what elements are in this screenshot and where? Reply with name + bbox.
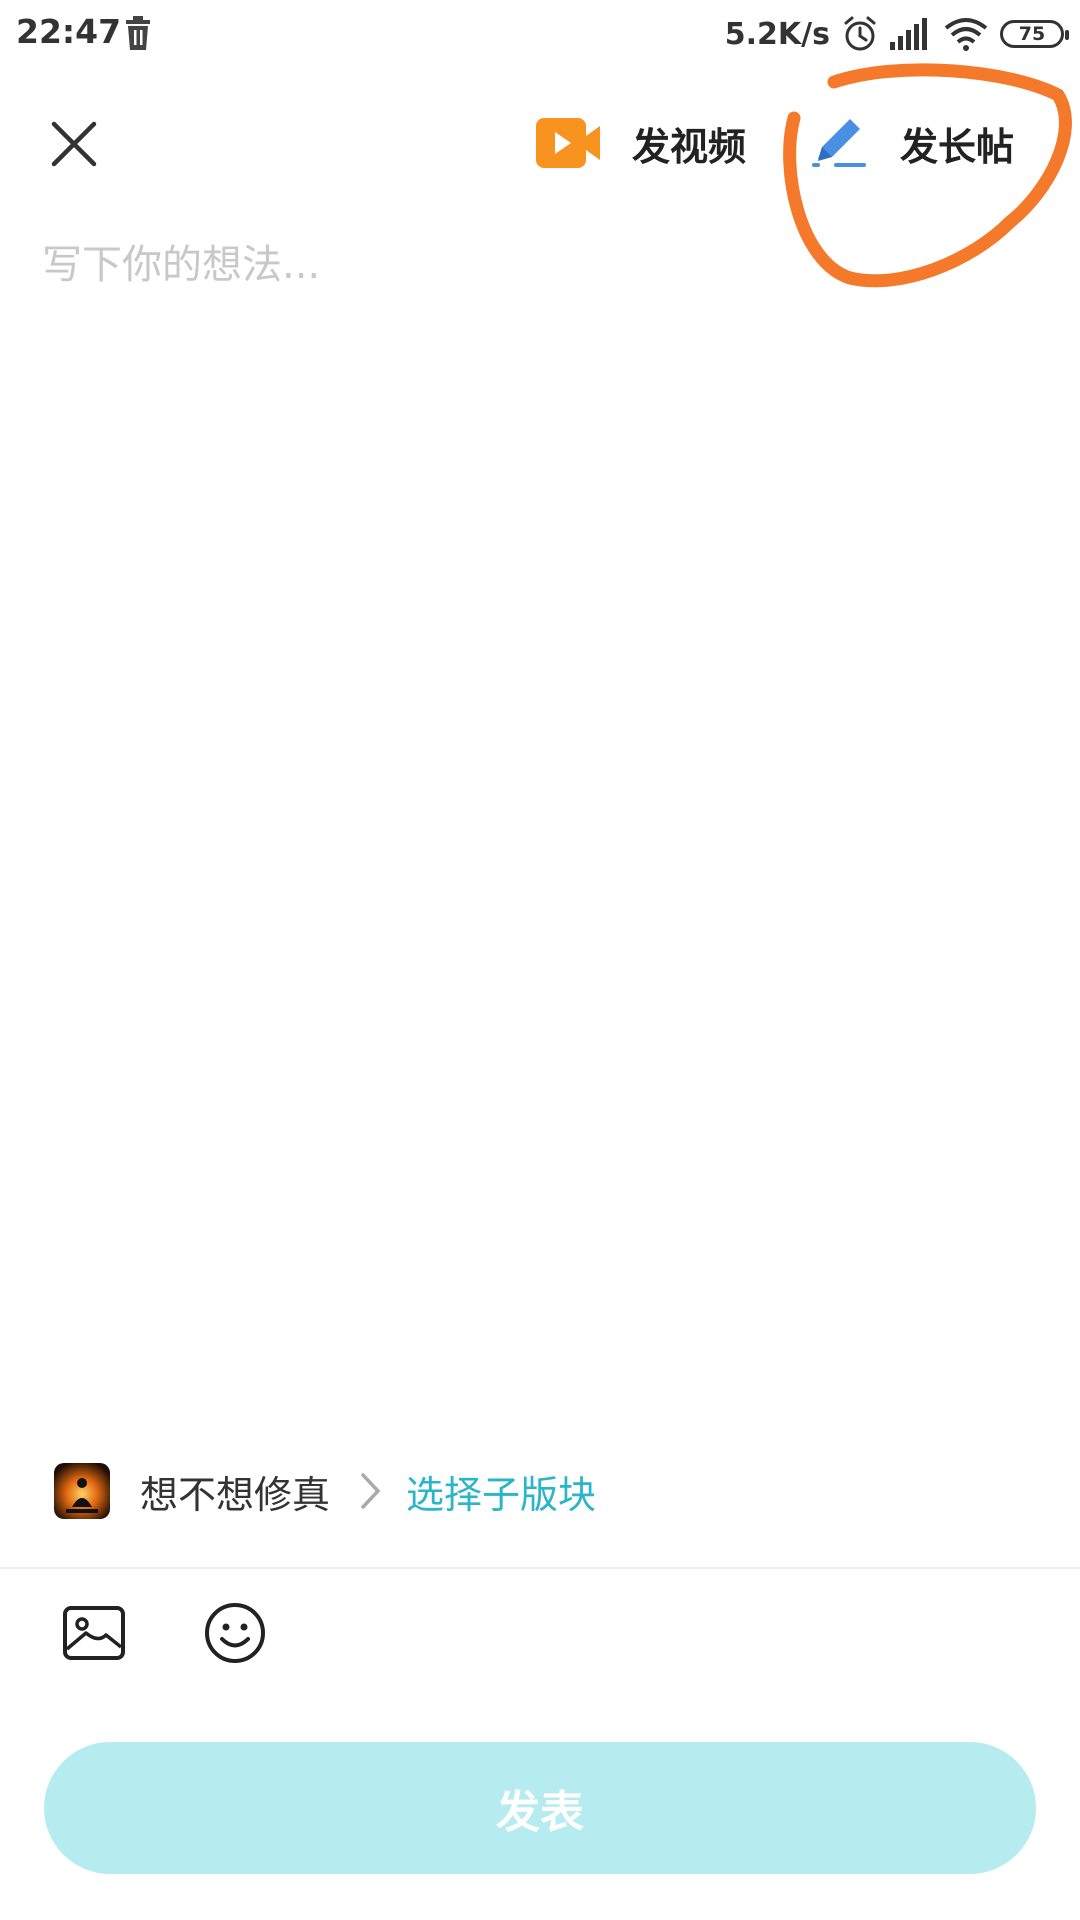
post-video-label: 发视频	[632, 124, 747, 169]
status-bar: 22:47 5.2K/s 75	[0, 0, 1080, 70]
forum-avatar	[54, 1463, 110, 1519]
post-video-button[interactable]: 发视频	[536, 110, 746, 176]
post-long-label: 发长帖	[900, 124, 1015, 169]
forum-name: 想不想修真	[140, 1472, 331, 1517]
wifi-icon	[944, 18, 988, 51]
video-camera-icon	[536, 118, 600, 168]
select-subforum-link[interactable]: 选择子版块	[406, 1464, 596, 1519]
emoji-icon[interactable]	[204, 1602, 266, 1664]
image-icon[interactable]	[62, 1605, 126, 1661]
network-speed: 5.2K/s	[724, 16, 830, 52]
forum-selector[interactable]: 想不想修真 选择子版块	[54, 1462, 596, 1520]
chevron-right-icon	[361, 1473, 381, 1509]
close-icon[interactable]	[48, 118, 100, 170]
alarm-icon	[844, 16, 876, 51]
divider	[0, 1567, 1080, 1569]
trash-icon	[126, 16, 150, 50]
battery-icon: 75	[1000, 20, 1069, 48]
publish-button[interactable]: 发表	[44, 1742, 1036, 1874]
post-content-input[interactable]	[40, 230, 1044, 1434]
post-long-button[interactable]: 发长帖	[810, 110, 1014, 176]
signal-icon	[890, 18, 927, 50]
pen-icon	[812, 119, 866, 167]
status-icons: 5.2K/s 75	[724, 12, 1069, 56]
status-time: 22:47	[16, 12, 122, 51]
